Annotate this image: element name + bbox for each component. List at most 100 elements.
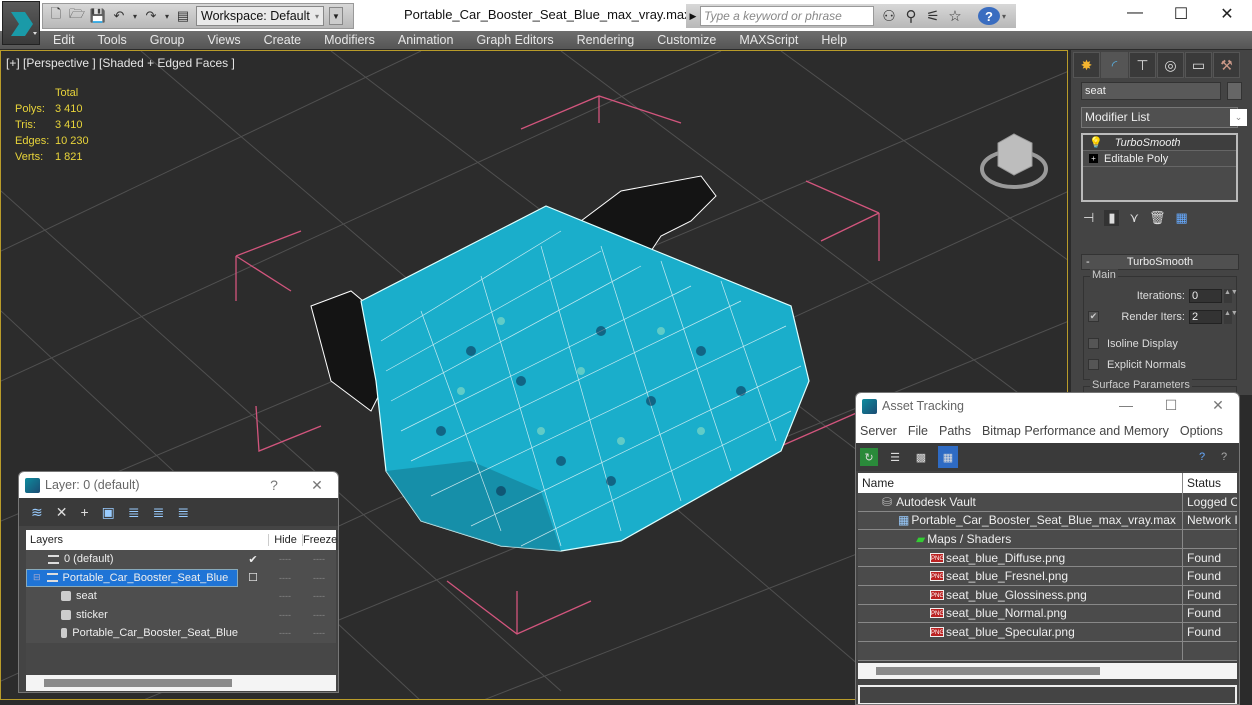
menu-file[interactable]: File	[908, 424, 928, 438]
menu-customize[interactable]: Customize	[657, 33, 716, 47]
menu-group[interactable]: Group	[150, 33, 185, 47]
table-row[interactable]: ▦ Portable_Car_Booster_Seat_Blue_max_vray…	[858, 511, 1237, 531]
menu-options[interactable]: Options	[1180, 424, 1223, 438]
menu-edit[interactable]: Edit	[53, 33, 75, 47]
workspace-dropdown[interactable]: Workspace: Default ▾	[196, 6, 324, 26]
hide-toggle[interactable]: ----	[268, 591, 302, 601]
layer-row[interactable]: 0 (default) ✔ ---- ----	[26, 550, 336, 569]
application-menu-button[interactable]	[2, 1, 40, 45]
expand-plus-icon[interactable]: +	[1089, 154, 1098, 163]
tab-hierarchy[interactable]: ⊤	[1129, 52, 1156, 78]
create-layer-icon[interactable]: ≋	[31, 504, 43, 521]
menu-modifiers[interactable]: Modifiers	[324, 33, 375, 47]
horizontal-scrollbar[interactable]	[858, 663, 1237, 679]
make-unique-icon[interactable]: ⋎	[1129, 210, 1139, 226]
column-freeze[interactable]: Freeze	[302, 534, 337, 546]
minimize-button[interactable]: —	[1106, 397, 1146, 413]
column-hide[interactable]: Hide	[268, 534, 302, 546]
menu-rendering[interactable]: Rendering	[577, 33, 635, 47]
pin-stack-icon[interactable]: ⊣	[1083, 210, 1094, 226]
freeze-toggle[interactable]: ----	[302, 610, 336, 620]
asset-tracking-titlebar[interactable]: Asset Tracking — ☐ ✕	[856, 393, 1239, 419]
search-input[interactable]: Type a keyword or phrase	[700, 6, 874, 26]
menu-server[interactable]: Server	[860, 424, 897, 438]
stack-item-turbosmooth[interactable]: 💡 TurboSmooth	[1083, 135, 1236, 151]
table-row[interactable]: ▰ Maps / Shaders	[858, 530, 1237, 549]
remove-modifier-icon[interactable]: 🗑	[1149, 210, 1166, 226]
object-color-swatch[interactable]	[1227, 82, 1242, 100]
object-name-field[interactable]: seat	[1081, 82, 1221, 100]
current-layer-check[interactable]: ✔	[238, 553, 268, 566]
maximize-button[interactable]: ☐	[1158, 4, 1204, 26]
tab-create[interactable]: ✸	[1073, 52, 1100, 78]
modifier-list-dropdown[interactable]: Modifier List ⌄	[1081, 107, 1247, 128]
scrollbar-thumb[interactable]	[44, 679, 232, 687]
stack-item-editable-poly[interactable]: + Editable Poly	[1083, 151, 1236, 167]
menu-paths[interactable]: Paths	[939, 424, 971, 438]
hide-toggle[interactable]: ----	[268, 628, 302, 638]
redo-icon[interactable]: ↷	[143, 8, 159, 24]
help-icon[interactable]: ?	[978, 7, 1000, 25]
star-icon[interactable]: ☆	[944, 7, 966, 25]
tab-modify[interactable]: ◜	[1101, 52, 1128, 78]
minimize-button[interactable]: —	[1112, 4, 1158, 26]
menu-help[interactable]: Help	[821, 33, 847, 47]
tab-motion[interactable]: ◎	[1157, 52, 1184, 78]
explicit-normals-checkbox[interactable]	[1088, 359, 1099, 370]
key-icon[interactable]: ⚲	[900, 7, 922, 25]
table-row[interactable]: PNG seat_blue_Specular.png Found	[858, 623, 1237, 642]
maximize-button[interactable]: ☐	[1151, 397, 1191, 414]
tab-utilities[interactable]: ⚒	[1213, 52, 1240, 78]
set-current-layer-icon[interactable]: ≣	[153, 504, 165, 521]
thumbnail-view-icon[interactable]: ▩	[912, 448, 930, 466]
select-objects-icon[interactable]: ▣	[102, 504, 115, 521]
column-status[interactable]: Status	[1183, 476, 1237, 490]
help-icon[interactable]: ?	[1193, 448, 1211, 466]
qat-customize-button[interactable]: ▼	[329, 7, 343, 25]
table-row[interactable]: ⛁ Autodesk Vault Logged C	[858, 493, 1237, 512]
isoline-display-checkbox[interactable]	[1088, 338, 1099, 349]
expand-arrow-icon[interactable]: ▶	[686, 11, 700, 22]
current-layer-check[interactable]: ☐	[238, 571, 268, 584]
freeze-toggle[interactable]: ----	[302, 591, 336, 601]
redo-dropdown-icon[interactable]: ▾	[164, 8, 170, 24]
layer-window-titlebar[interactable]: Layer: 0 (default) ? ✕	[19, 472, 338, 498]
layer-row[interactable]: ⊟ Portable_Car_Booster_Seat_Blue ☐ ---- -…	[26, 568, 336, 587]
table-row[interactable]: PNG seat_blue_Normal.png Found	[858, 604, 1237, 624]
menu-maxscript[interactable]: MAXScript	[739, 33, 798, 47]
open-file-icon[interactable]: 🗁	[69, 6, 85, 24]
list-view-icon[interactable]: ☰	[886, 448, 904, 466]
undo-dropdown-icon[interactable]: ▾	[132, 8, 138, 24]
project-folder-icon[interactable]: ▤	[175, 8, 191, 24]
hide-toggle[interactable]: ----	[268, 554, 302, 564]
object-row[interactable]: sticker ---- ----	[26, 605, 336, 624]
menu-views[interactable]: Views	[207, 33, 240, 47]
save-icon[interactable]: 💾	[90, 8, 106, 24]
table-row[interactable]: PNG seat_blue_Glossiness.png Found	[858, 585, 1237, 605]
hide-toggle[interactable]: ----	[268, 573, 302, 583]
column-name[interactable]: Name	[858, 473, 1183, 493]
object-row[interactable]: seat ---- ----	[26, 587, 336, 606]
collapse-icon[interactable]: ⊟	[33, 572, 41, 583]
menu-create[interactable]: Create	[264, 33, 302, 47]
help-dropdown-icon[interactable]: ▾	[1002, 12, 1006, 21]
help-button[interactable]: ?	[254, 477, 294, 493]
column-layers[interactable]: Layers	[26, 534, 268, 546]
render-iters-checkbox[interactable]: ✔	[1088, 311, 1099, 322]
new-file-icon[interactable]: 🗋	[48, 6, 64, 24]
close-button[interactable]: ✕	[1204, 4, 1250, 26]
table-view-icon[interactable]: ▦	[938, 446, 958, 468]
satellite-icon[interactable]: ⚟	[922, 7, 944, 25]
close-button[interactable]: ✕	[1198, 397, 1238, 414]
menu-bitmap-performance[interactable]: Bitmap Performance and Memory	[982, 424, 1169, 438]
delete-layer-icon[interactable]: ✕	[56, 504, 68, 521]
close-button[interactable]: ✕	[297, 477, 337, 494]
lightbulb-icon[interactable]: 💡	[1089, 136, 1103, 149]
hide-toggle[interactable]: ----	[268, 610, 302, 620]
configure-modifier-sets-icon[interactable]: ▦	[1176, 210, 1188, 226]
freeze-toggle[interactable]: ----	[302, 573, 336, 583]
table-row[interactable]: PNG seat_blue_Fresnel.png Found	[858, 567, 1237, 586]
tab-display[interactable]: ▭	[1185, 52, 1212, 78]
refresh-icon[interactable]: ↻	[860, 448, 878, 466]
object-row[interactable]: Portable_Car_Booster_Seat_Blue ---- ----	[26, 624, 336, 643]
